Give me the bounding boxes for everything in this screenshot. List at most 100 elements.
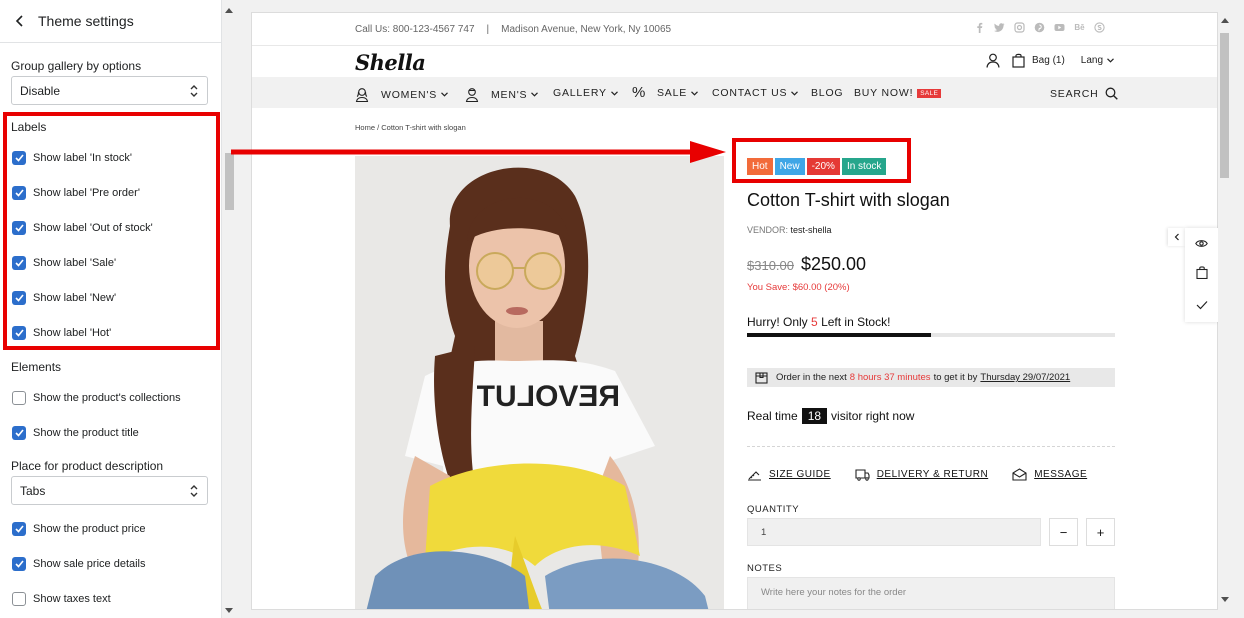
price-option[interactable]: Show taxes text <box>12 591 111 607</box>
percent-icon[interactable]: % <box>632 84 646 101</box>
nav-contact[interactable]: CONTACT US <box>712 87 799 99</box>
chevron-down-icon <box>691 90 698 96</box>
youtube-icon[interactable] <box>1054 22 1065 33</box>
social-links: Bē <box>974 22 1105 33</box>
account-icon[interactable] <box>986 53 1000 68</box>
chevron-down-icon <box>441 92 448 97</box>
size-guide-link[interactable]: SIZE GUIDE <box>747 468 831 481</box>
realtime-prefix: Real time <box>747 409 798 423</box>
sidebar-scrollbar[interactable] <box>222 0 237 618</box>
hurry-prefix: Hurry! Only <box>747 315 808 329</box>
chevron-down-icon <box>791 90 799 96</box>
stock-progress <box>747 333 1115 337</box>
tools-toggle[interactable] <box>1168 228 1185 246</box>
nav-womens[interactable]: WOMEN'S <box>355 87 448 102</box>
price-option[interactable]: Show the product price <box>12 521 146 537</box>
skype-icon[interactable] <box>1094 22 1105 33</box>
delivery-return-label: DELIVERY & RETURN <box>876 469 989 480</box>
chevron-left-icon[interactable] <box>12 13 28 29</box>
checkbox-checked-icon[interactable] <box>12 557 26 571</box>
scroll-up-icon[interactable] <box>1221 18 1229 23</box>
nav-buy-now[interactable]: BUY NOW! SALE <box>854 87 942 99</box>
you-save-text: You Save: $60.00 (20%) <box>747 282 850 293</box>
delivery-return-link[interactable]: DELIVERY & RETURN <box>855 468 989 481</box>
lang-label: Lang <box>1080 55 1104 66</box>
twitter-icon[interactable] <box>994 22 1005 33</box>
theme-settings-panel: Theme settings Group gallery by options … <box>0 0 222 618</box>
lang-selector[interactable]: Lang <box>1081 55 1114 66</box>
bag-label[interactable]: Bag (1) <box>1032 55 1065 66</box>
nav-sale[interactable]: SALE <box>657 87 698 99</box>
woman-icon <box>355 88 369 102</box>
checkbox-unchecked-icon[interactable] <box>12 391 26 405</box>
bag-icon[interactable] <box>1195 266 1208 284</box>
vendor-name[interactable]: test-shella <box>791 225 832 235</box>
checkbox-checked-icon[interactable] <box>12 426 26 440</box>
description-place-select[interactable]: Tabs <box>11 476 208 505</box>
phone-text: Call Us: 800-123-4567 747 <box>355 24 475 35</box>
size-guide-label: SIZE GUIDE <box>769 469 831 480</box>
message-link[interactable]: MESSAGE <box>1012 468 1087 481</box>
hurry-suffix: Left in Stock! <box>821 315 891 329</box>
preview-scrollbar[interactable] <box>1218 12 1232 610</box>
main-navigation: WOMEN'S MEN'S GALLERY % SALE CONTACT US <box>252 77 1217 108</box>
nav-blog[interactable]: BLOG <box>811 87 843 99</box>
store-preview: Call Us: 800-123-4567 747 | Madison Aven… <box>251 12 1218 610</box>
checkbox-label: Show sale price details <box>33 558 146 570</box>
check-icon[interactable] <box>1196 297 1208 315</box>
notes-textarea[interactable]: Write here your notes for the order <box>747 577 1115 609</box>
mail-icon <box>1012 468 1027 481</box>
chevron-down-icon <box>1107 58 1114 63</box>
chevron-down-icon <box>610 90 618 96</box>
element-option[interactable]: Show the product title <box>12 425 139 441</box>
scroll-down-icon[interactable] <box>1221 597 1229 602</box>
nav-gallery[interactable]: GALLERY <box>553 87 618 99</box>
group-gallery-label: Group gallery by options <box>11 59 142 73</box>
group-gallery-select[interactable]: Disable <box>11 76 208 105</box>
quantity-increase-button[interactable]: + <box>1086 518 1115 546</box>
notes-label: NOTES <box>747 563 783 574</box>
checkbox-checked-icon[interactable] <box>12 522 26 536</box>
product-vendor: VENDOR: test-shella <box>747 225 832 235</box>
box-icon <box>755 372 768 384</box>
element-option[interactable]: Show the product's collections <box>12 390 181 406</box>
order-mid: to get it by <box>933 372 978 383</box>
instagram-icon[interactable] <box>1014 22 1025 33</box>
price-option[interactable]: Show sale price details <box>12 556 146 572</box>
sidebar-scroll-thumb[interactable] <box>225 153 234 210</box>
preview-scroll-thumb[interactable] <box>1220 33 1229 178</box>
store-logo[interactable]: Shella <box>355 50 426 75</box>
product-image[interactable]: REVOLUT <box>355 156 724 609</box>
behance-icon[interactable]: Bē <box>1074 22 1085 33</box>
panel-header: Theme settings <box>0 0 221 43</box>
checkbox-label: Show the product's collections <box>33 392 181 404</box>
nav-search[interactable]: SEARCH <box>1050 87 1118 100</box>
truck-icon <box>855 468 870 481</box>
scroll-down-icon[interactable] <box>225 608 233 613</box>
stock-progress-fill <box>747 333 931 337</box>
checkbox-unchecked-icon[interactable] <box>12 592 26 606</box>
pinterest-icon[interactable] <box>1034 22 1045 33</box>
checkbox-label: Show the product price <box>33 523 146 535</box>
elements-heading: Elements <box>11 360 62 374</box>
quantity-input[interactable]: 1 <box>747 518 1041 546</box>
description-place-value: Tabs <box>20 483 46 498</box>
order-date: Thursday 29/07/2021 <box>980 372 1071 383</box>
divider <box>747 446 1115 447</box>
header-actions: Bag (1) Lang <box>986 53 1114 68</box>
nav-mens[interactable]: MEN'S <box>465 87 539 102</box>
facebook-icon[interactable] <box>974 22 985 33</box>
nav-contact-label: CONTACT US <box>712 87 788 99</box>
quantity-decrease-button[interactable]: − <box>1049 518 1078 546</box>
old-price: $310.00 <box>747 258 794 273</box>
eye-icon[interactable] <box>1195 235 1208 253</box>
breadcrumb[interactable]: Home / Cotton T-shirt with slogan <box>355 123 466 132</box>
hurry-count: 5 <box>811 315 818 329</box>
floating-tools <box>1185 228 1218 322</box>
bag-icon[interactable] <box>1012 53 1025 68</box>
scroll-up-icon[interactable] <box>225 8 233 13</box>
sale-badge: SALE <box>917 88 942 98</box>
tshirt-slogan: REVOLUT <box>477 380 620 413</box>
badges-highlight-box <box>732 138 911 183</box>
store-topbar: Call Us: 800-123-4567 747 | Madison Aven… <box>252 13 1217 46</box>
